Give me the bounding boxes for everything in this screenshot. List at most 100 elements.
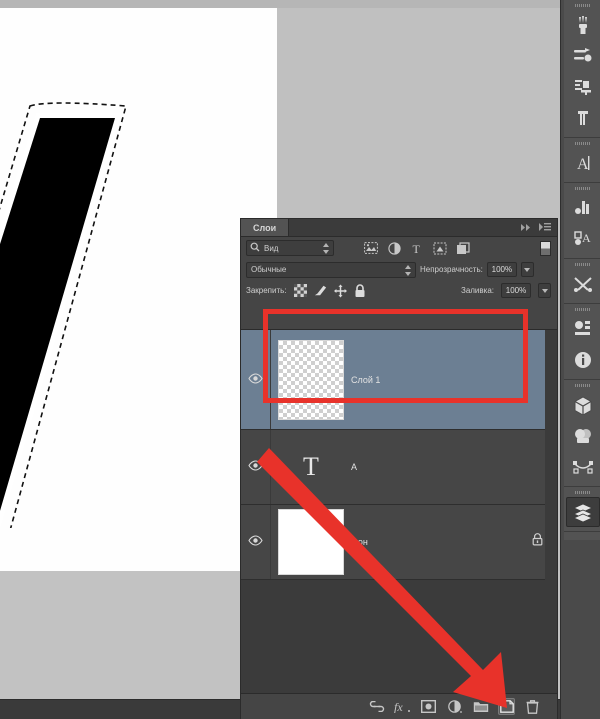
photoshop-window: A A Слои Вид T Обычные Непрозрачность: 1… [0, 0, 600, 719]
fill-value: 100% [505, 286, 527, 295]
layer-row-a[interactable]: T A [241, 430, 557, 505]
dock-grip[interactable] [564, 140, 600, 147]
paths-icon[interactable] [566, 452, 600, 482]
layer-visibility-cell [241, 330, 271, 429]
opacity-value: 100% [491, 265, 513, 274]
right-dock-rail: A A [560, 0, 600, 719]
brush-presets-icon[interactable] [566, 10, 600, 40]
layer-styles-icon[interactable] [566, 72, 600, 102]
tab-layers[interactable]: Слои [241, 219, 290, 236]
filter-adjustment-icon[interactable] [387, 241, 401, 255]
panel-menu-icon[interactable] [538, 219, 552, 237]
folder-icon[interactable] [472, 698, 489, 715]
layers-panel: Слои Вид T Обычные Непрозрачность: 100% … [240, 218, 558, 719]
layer-visibility-cell [241, 430, 271, 504]
layer-name[interactable]: A [351, 462, 557, 472]
type-T-glyph: T [303, 452, 319, 481]
layer-thumbnail-type: T [278, 434, 344, 500]
opacity-label: Непрозрачность: [420, 265, 483, 274]
kind-filter-value: Вид [264, 243, 279, 253]
fx-icon[interactable]: fx [394, 698, 411, 715]
fill-label: Заливка: [460, 286, 494, 295]
link-icon[interactable] [368, 698, 385, 715]
document-top-strip [0, 0, 560, 8]
svg-text:T: T [412, 242, 420, 255]
mask-icon[interactable] [420, 698, 437, 715]
info-icon[interactable] [566, 345, 600, 375]
layer-thumbnail-cell[interactable] [271, 339, 351, 420]
blend-mode-row: Обычные Непрозрачность: 100% [241, 259, 557, 280]
layer-row-slay-1[interactable]: Слой 1 [241, 330, 557, 430]
fill-input[interactable]: 100% [501, 283, 531, 298]
dock-group-tools [564, 259, 600, 304]
lock-position-icon[interactable] [333, 284, 347, 297]
fill-dropdown-button[interactable] [538, 283, 551, 298]
dock-group-3d [564, 380, 600, 487]
dock-group-adjustments [564, 304, 600, 380]
layer-row-fon[interactable]: Фон [241, 505, 557, 580]
layers-scroll-strip[interactable] [545, 330, 557, 693]
trash-icon[interactable] [524, 698, 541, 715]
layers-panel-body: Вид T Обычные Непрозрачность: 100% Закре… [241, 237, 557, 719]
paragraph-icon[interactable] [566, 103, 600, 133]
blend-mode-value: Обычные [251, 265, 287, 274]
dock-grip[interactable] [564, 261, 600, 268]
tool-presets-icon[interactable] [566, 41, 600, 71]
layer-filter-row: Вид T [241, 237, 557, 259]
new-layer-icon[interactable] [498, 698, 515, 715]
kind-filter-stepper[interactable] [323, 243, 330, 254]
layer-comps-icon[interactable] [566, 193, 600, 223]
eye-icon[interactable] [248, 371, 263, 389]
document-canvas[interactable] [0, 8, 277, 571]
blend-mode-stepper[interactable] [405, 264, 412, 276]
dock-grip[interactable] [564, 2, 600, 9]
eye-icon[interactable] [248, 533, 263, 551]
kind-filter-select[interactable]: Вид [246, 240, 334, 256]
dock-grip[interactable] [564, 382, 600, 389]
layers-list[interactable]: Слой 1 T A Фон [241, 329, 557, 693]
svg-text:fx: fx [394, 700, 403, 713]
layer-thumbnail-cell[interactable] [271, 509, 351, 575]
layer-name[interactable]: Слой 1 [351, 375, 557, 385]
glyphs-icon[interactable]: A [566, 224, 600, 254]
filter-type-icon[interactable]: T [410, 241, 424, 255]
layer-name[interactable]: Фон [351, 537, 532, 547]
background-lock-icon [532, 533, 543, 551]
dock-group-layers [564, 487, 600, 532]
lock-image-pixels-icon[interactable] [314, 284, 327, 297]
lock-row: Закрепить: Заливка: 100% [241, 280, 557, 301]
dock-group-comps: A [564, 183, 600, 259]
eye-icon[interactable] [248, 458, 263, 476]
tab-bar-empty [289, 219, 515, 236]
svg-text:A: A [577, 156, 589, 173]
lock-transparent-pixels-icon[interactable] [293, 284, 307, 297]
tab-layers-label: Слои [253, 222, 277, 233]
blend-mode-select[interactable]: Обычные [246, 261, 416, 278]
adjustments-icon[interactable] [566, 314, 600, 344]
lock-all-icon[interactable] [354, 283, 367, 297]
filter-pixel-icon[interactable] [364, 241, 378, 255]
character-icon[interactable]: A [566, 148, 600, 178]
materials-icon[interactable] [566, 421, 600, 451]
filter-smartobject-icon[interactable] [456, 241, 470, 255]
layer-visibility-cell [241, 505, 271, 579]
half-circle-icon[interactable] [446, 698, 463, 715]
dock-grip[interactable] [564, 306, 600, 313]
svg-text:A: A [582, 231, 591, 245]
dock-group-brushes [564, 0, 600, 138]
layer-thumbnail-cell[interactable]: T [271, 434, 351, 500]
layers-panel-footer: fx [241, 693, 557, 719]
three-d-icon[interactable] [566, 390, 600, 420]
layers-panel-icon[interactable] [565, 497, 600, 527]
opacity-dropdown-button[interactable] [520, 262, 534, 277]
tools-icon[interactable] [566, 269, 600, 299]
double-chevron-right-icon[interactable] [520, 219, 533, 237]
filter-shape-icon[interactable] [433, 241, 447, 255]
opacity-input[interactable]: 100% [486, 262, 517, 277]
layer-thumbnail-white [278, 509, 344, 575]
dock-grip[interactable] [564, 489, 600, 496]
dock-grip[interactable] [564, 185, 600, 192]
lock-label: Закрепить: [246, 286, 287, 295]
filter-enable-toggle[interactable] [540, 240, 551, 256]
layer-thumbnail-transparent [278, 339, 344, 420]
